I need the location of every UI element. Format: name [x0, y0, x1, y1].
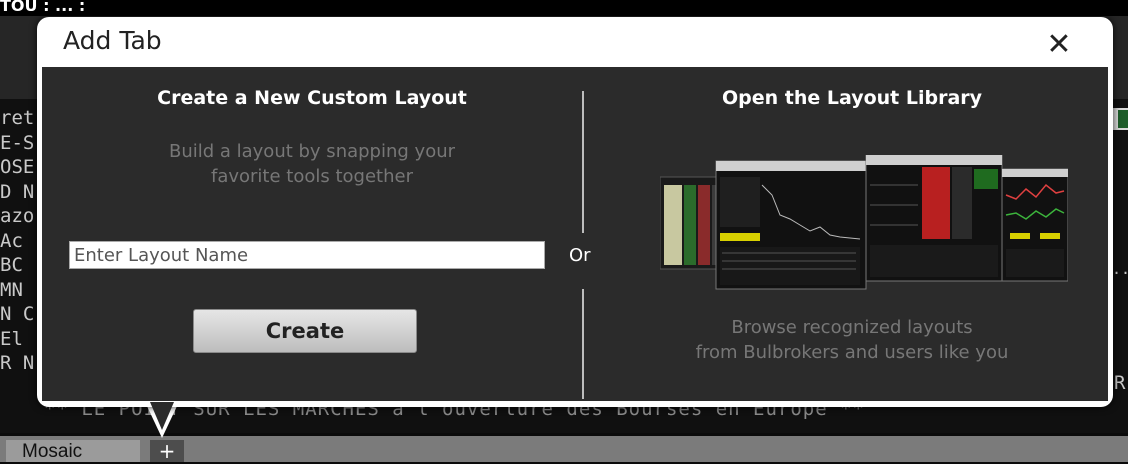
background-right-dots: ...	[1112, 260, 1128, 278]
status-badge	[1112, 108, 1128, 130]
create-layout-description: Build a layout by snapping your favorite…	[42, 139, 582, 189]
dialog-pointer-inner	[150, 402, 174, 430]
add-tab-button[interactable]: +	[150, 440, 184, 462]
description-line: Build a layout by snapping your	[168, 141, 456, 162]
layout-name-input[interactable]	[69, 241, 545, 269]
layout-library-heading: Open the Layout Library	[721, 87, 983, 109]
close-icon[interactable]: ✕	[1041, 27, 1077, 63]
or-label: Or	[569, 245, 591, 266]
description-line: favorite tools together	[211, 166, 413, 187]
tab-mosaic[interactable]: Mosaic	[6, 440, 140, 462]
description-line: Browse recognized layouts	[731, 317, 973, 338]
divider	[582, 289, 584, 399]
background-right-text: R	[1114, 372, 1126, 394]
add-tab-dialog: Add Tab ✕ Create a New Custom Layout Bui…	[37, 17, 1113, 407]
create-button[interactable]: Create	[193, 309, 417, 353]
description-line: from Bulbrokers and users like you	[695, 342, 1009, 363]
layout-library-preview-image[interactable]	[660, 155, 1068, 309]
divider	[582, 91, 584, 233]
layout-library-section: Open the Layout Library Browse recognize…	[602, 67, 1102, 401]
top-bar: TOU : ... :	[0, 0, 1128, 16]
dialog-body: Create a New Custom Layout Build a layou…	[42, 67, 1108, 401]
dialog-header: Add Tab ✕	[37, 17, 1113, 67]
create-layout-heading: Create a New Custom Layout	[157, 87, 467, 109]
create-layout-section: Create a New Custom Layout Build a layou…	[42, 67, 582, 401]
dialog-title: Add Tab	[63, 26, 162, 55]
layout-library-description: Browse recognized layouts from Bulbroker…	[602, 315, 1102, 365]
top-bar-text: TOU : ... :	[0, 0, 86, 15]
